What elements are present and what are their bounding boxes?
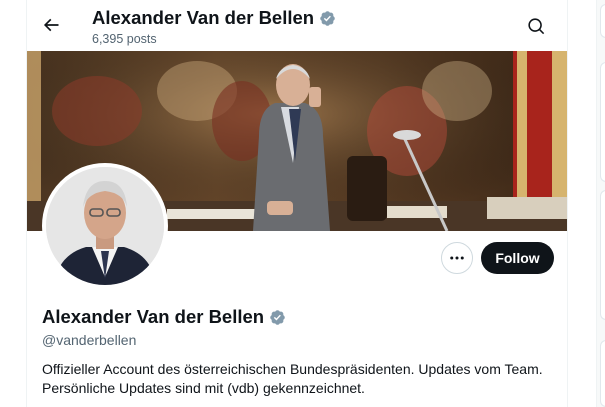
header-title: Alexander Van der Bellen: [92, 7, 336, 29]
avatar-photo: [46, 167, 164, 285]
column-divider-right: [567, 0, 568, 407]
profile-handle: @vanderbellen: [42, 332, 137, 348]
header-title-block: Alexander Van der Bellen 6,395 posts: [92, 7, 336, 46]
arrow-left-icon: [43, 18, 59, 32]
profile-header-bar: Alexander Van der Bellen 6,395 posts: [27, 0, 567, 51]
verified-badge-icon: [320, 10, 335, 26]
follow-button[interactable]: Follow: [481, 242, 554, 274]
back-button[interactable]: [37, 11, 65, 39]
profile-display-name: Alexander Van der Bellen: [42, 306, 286, 328]
header-name-text: Alexander Van der Bellen: [92, 7, 315, 28]
sidebar-card-edge: [600, 190, 605, 320]
bio-line: Offizieller Account des österreichischen…: [42, 361, 543, 377]
profile-bio: Offizieller Account des österreichischen…: [42, 360, 557, 397]
profile-avatar[interactable]: [42, 163, 168, 289]
search-icon: [527, 17, 544, 34]
sidebar-card-edge: [600, 340, 605, 407]
right-sidebar-edge: [596, 0, 605, 407]
verified-badge-icon: [270, 309, 285, 325]
bio-line: Persönliche Updates sind mit (vdb) geken…: [42, 379, 365, 396]
sidebar-card-edge: [600, 4, 605, 38]
post-count: 6,395 posts: [92, 32, 157, 46]
profile-name-text: Alexander Van der Bellen: [42, 306, 265, 327]
sidebar-card-edge: [600, 62, 605, 182]
more-options-icon: [450, 256, 464, 260]
search-button[interactable]: [521, 11, 551, 41]
more-options-button[interactable]: [441, 242, 473, 274]
